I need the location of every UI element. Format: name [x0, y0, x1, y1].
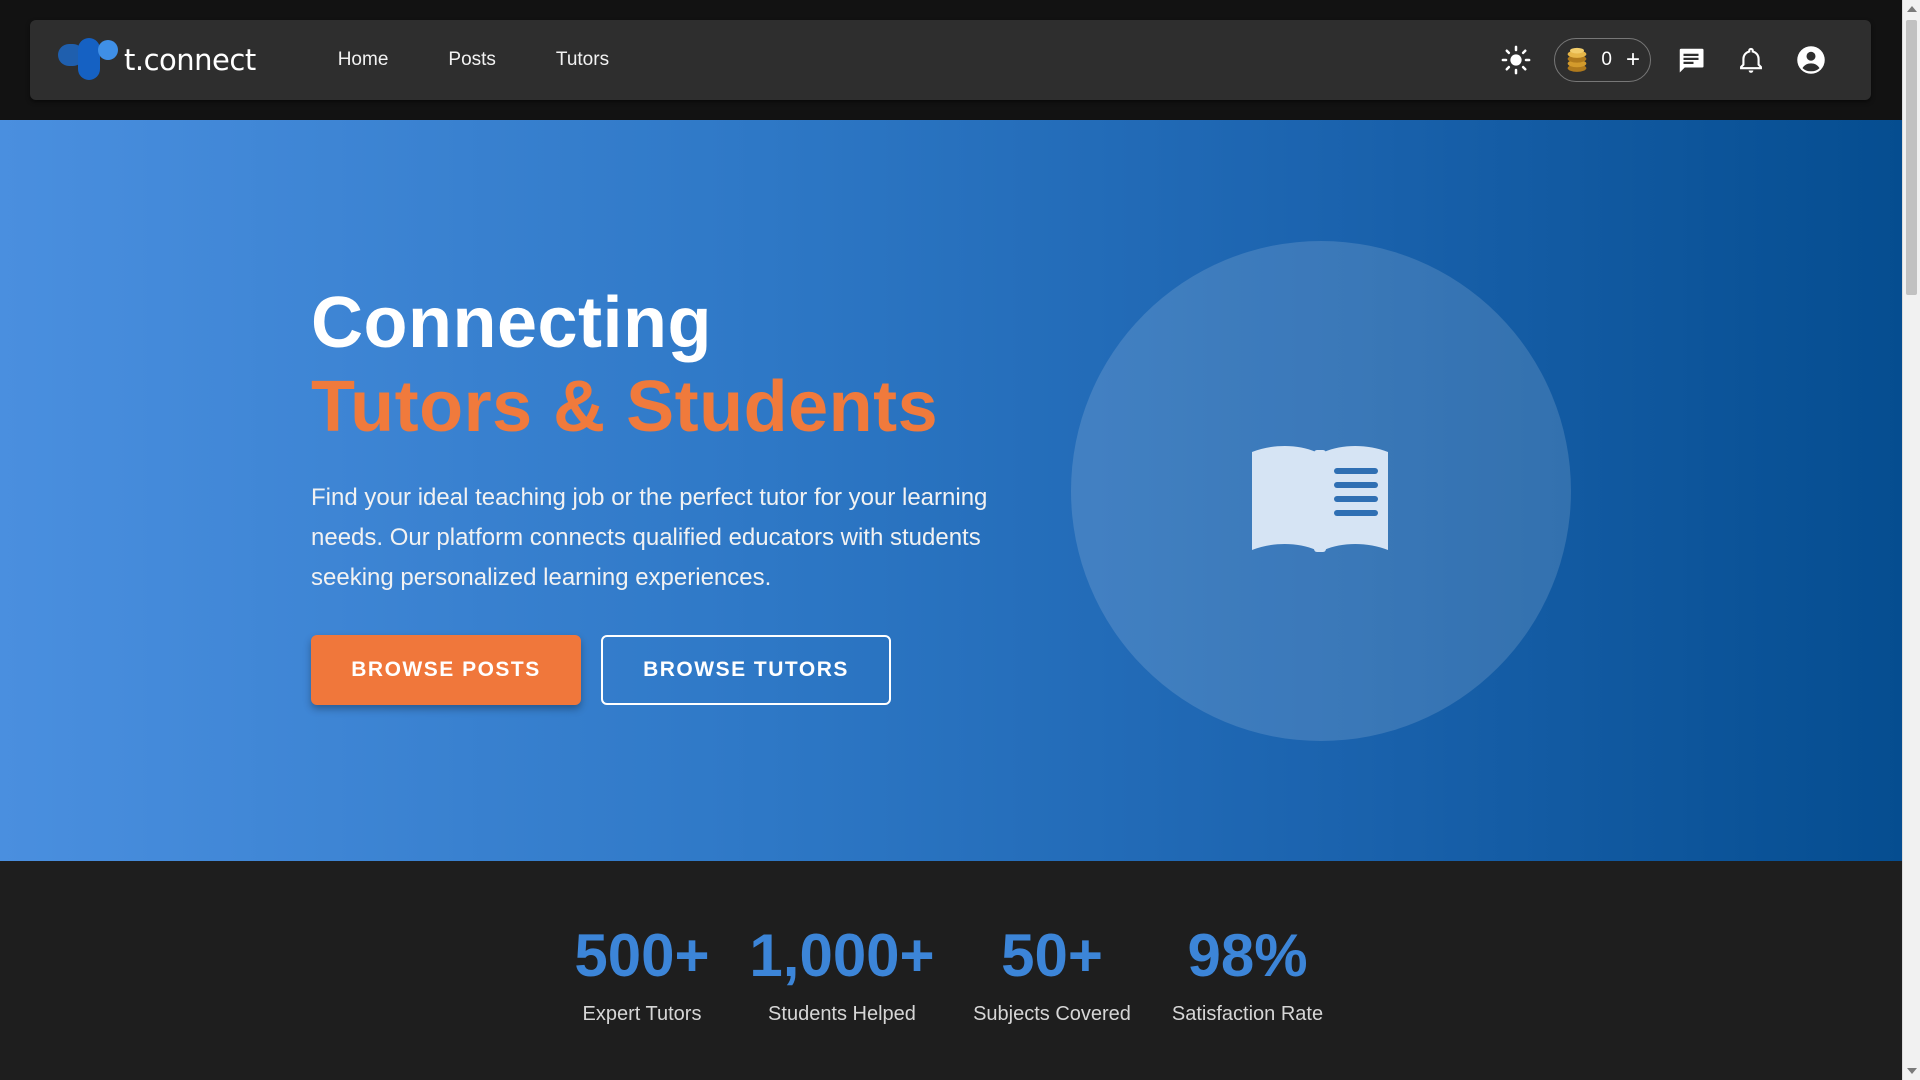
hero-section: Connecting Tutors & Students Find your i… [0, 120, 1902, 861]
header: t.connect Home Posts Tutors 0 + [0, 0, 1902, 120]
account-button[interactable] [1791, 40, 1831, 80]
scrollbar-thumb[interactable] [1906, 20, 1917, 295]
add-coins-icon: + [1625, 46, 1640, 73]
nav-actions: 0 + [1496, 38, 1831, 82]
theme-toggle-button[interactable] [1496, 40, 1536, 80]
stat-value: 1,000+ [749, 922, 935, 989]
stat-label: Expert Tutors [582, 1003, 702, 1025]
scroll-up-arrow-icon[interactable] [1907, 6, 1917, 12]
chat-icon [1679, 48, 1704, 73]
brand-logo-icon [58, 36, 122, 84]
coin-balance-button[interactable]: 0 + [1554, 38, 1651, 82]
browse-tutors-button[interactable]: BROWSE TUTORS [601, 635, 891, 705]
stats-section: 500+ Expert Tutors 1,000+ Students Helpe… [0, 861, 1902, 1080]
brand-name: t.connect [124, 43, 256, 77]
nav-link-home[interactable]: Home [308, 39, 419, 81]
stat-subjects-covered: 50+ Subjects Covered [962, 921, 1142, 1026]
stat-students-helped: 1,000+ Students Helped [740, 921, 944, 1026]
stat-value: 500+ [574, 922, 710, 989]
nav-link-posts[interactable]: Posts [418, 39, 526, 81]
brand-home-link[interactable]: t.connect [58, 30, 256, 90]
stat-satisfaction-rate: 98% Satisfaction Rate [1160, 921, 1335, 1026]
stat-label: Subjects Covered [973, 1003, 1131, 1025]
open-book-icon [1252, 446, 1388, 552]
stat-expert-tutors: 500+ Expert Tutors [567, 921, 717, 1026]
hero-title-line1: Connecting [311, 283, 712, 363]
stat-value: 98% [1187, 922, 1308, 989]
nav-links: Home Posts Tutors [308, 39, 639, 81]
scroll-down-arrow-icon[interactable] [1907, 1068, 1917, 1074]
bell-icon [1740, 47, 1762, 73]
hero-description: Find your ideal teaching job or the perf… [311, 484, 988, 591]
page-scrollbar[interactable] [1902, 0, 1920, 1080]
navbar: t.connect Home Posts Tutors 0 + [30, 20, 1871, 100]
stat-label: Satisfaction Rate [1171, 1003, 1324, 1025]
nav-link-tutors[interactable]: Tutors [526, 39, 639, 81]
account-icon [1797, 46, 1825, 74]
coin-count: 0 [1601, 49, 1612, 70]
sun-icon [1502, 45, 1531, 75]
stat-value: 50+ [1001, 922, 1103, 989]
hero-title-line2: Tutors & Students [311, 367, 939, 447]
messages-button[interactable] [1671, 40, 1711, 80]
browse-posts-button[interactable]: BROWSE POSTS [311, 635, 581, 705]
notifications-button[interactable] [1731, 40, 1771, 80]
coin-icon [1568, 47, 1587, 72]
stat-label: Students Helped [768, 1003, 916, 1025]
